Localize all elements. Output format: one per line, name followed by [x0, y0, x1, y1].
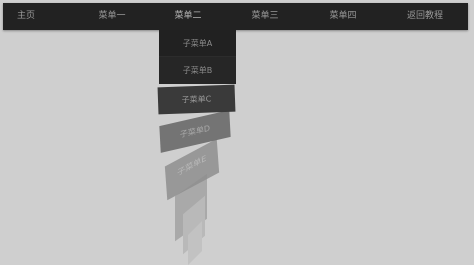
- submenu-item-a[interactable]: 子菜单A: [159, 30, 236, 57]
- dropdown-submenu: 子菜单E 子菜单D 子菜单C 子菜单B 子菜单A: [0, 0, 474, 265]
- submenu-item-d[interactable]: 子菜单D: [159, 110, 231, 153]
- submenu-item-c[interactable]: 子菜单C: [157, 84, 236, 115]
- submenu-item-b[interactable]: 子菜单B: [159, 57, 236, 84]
